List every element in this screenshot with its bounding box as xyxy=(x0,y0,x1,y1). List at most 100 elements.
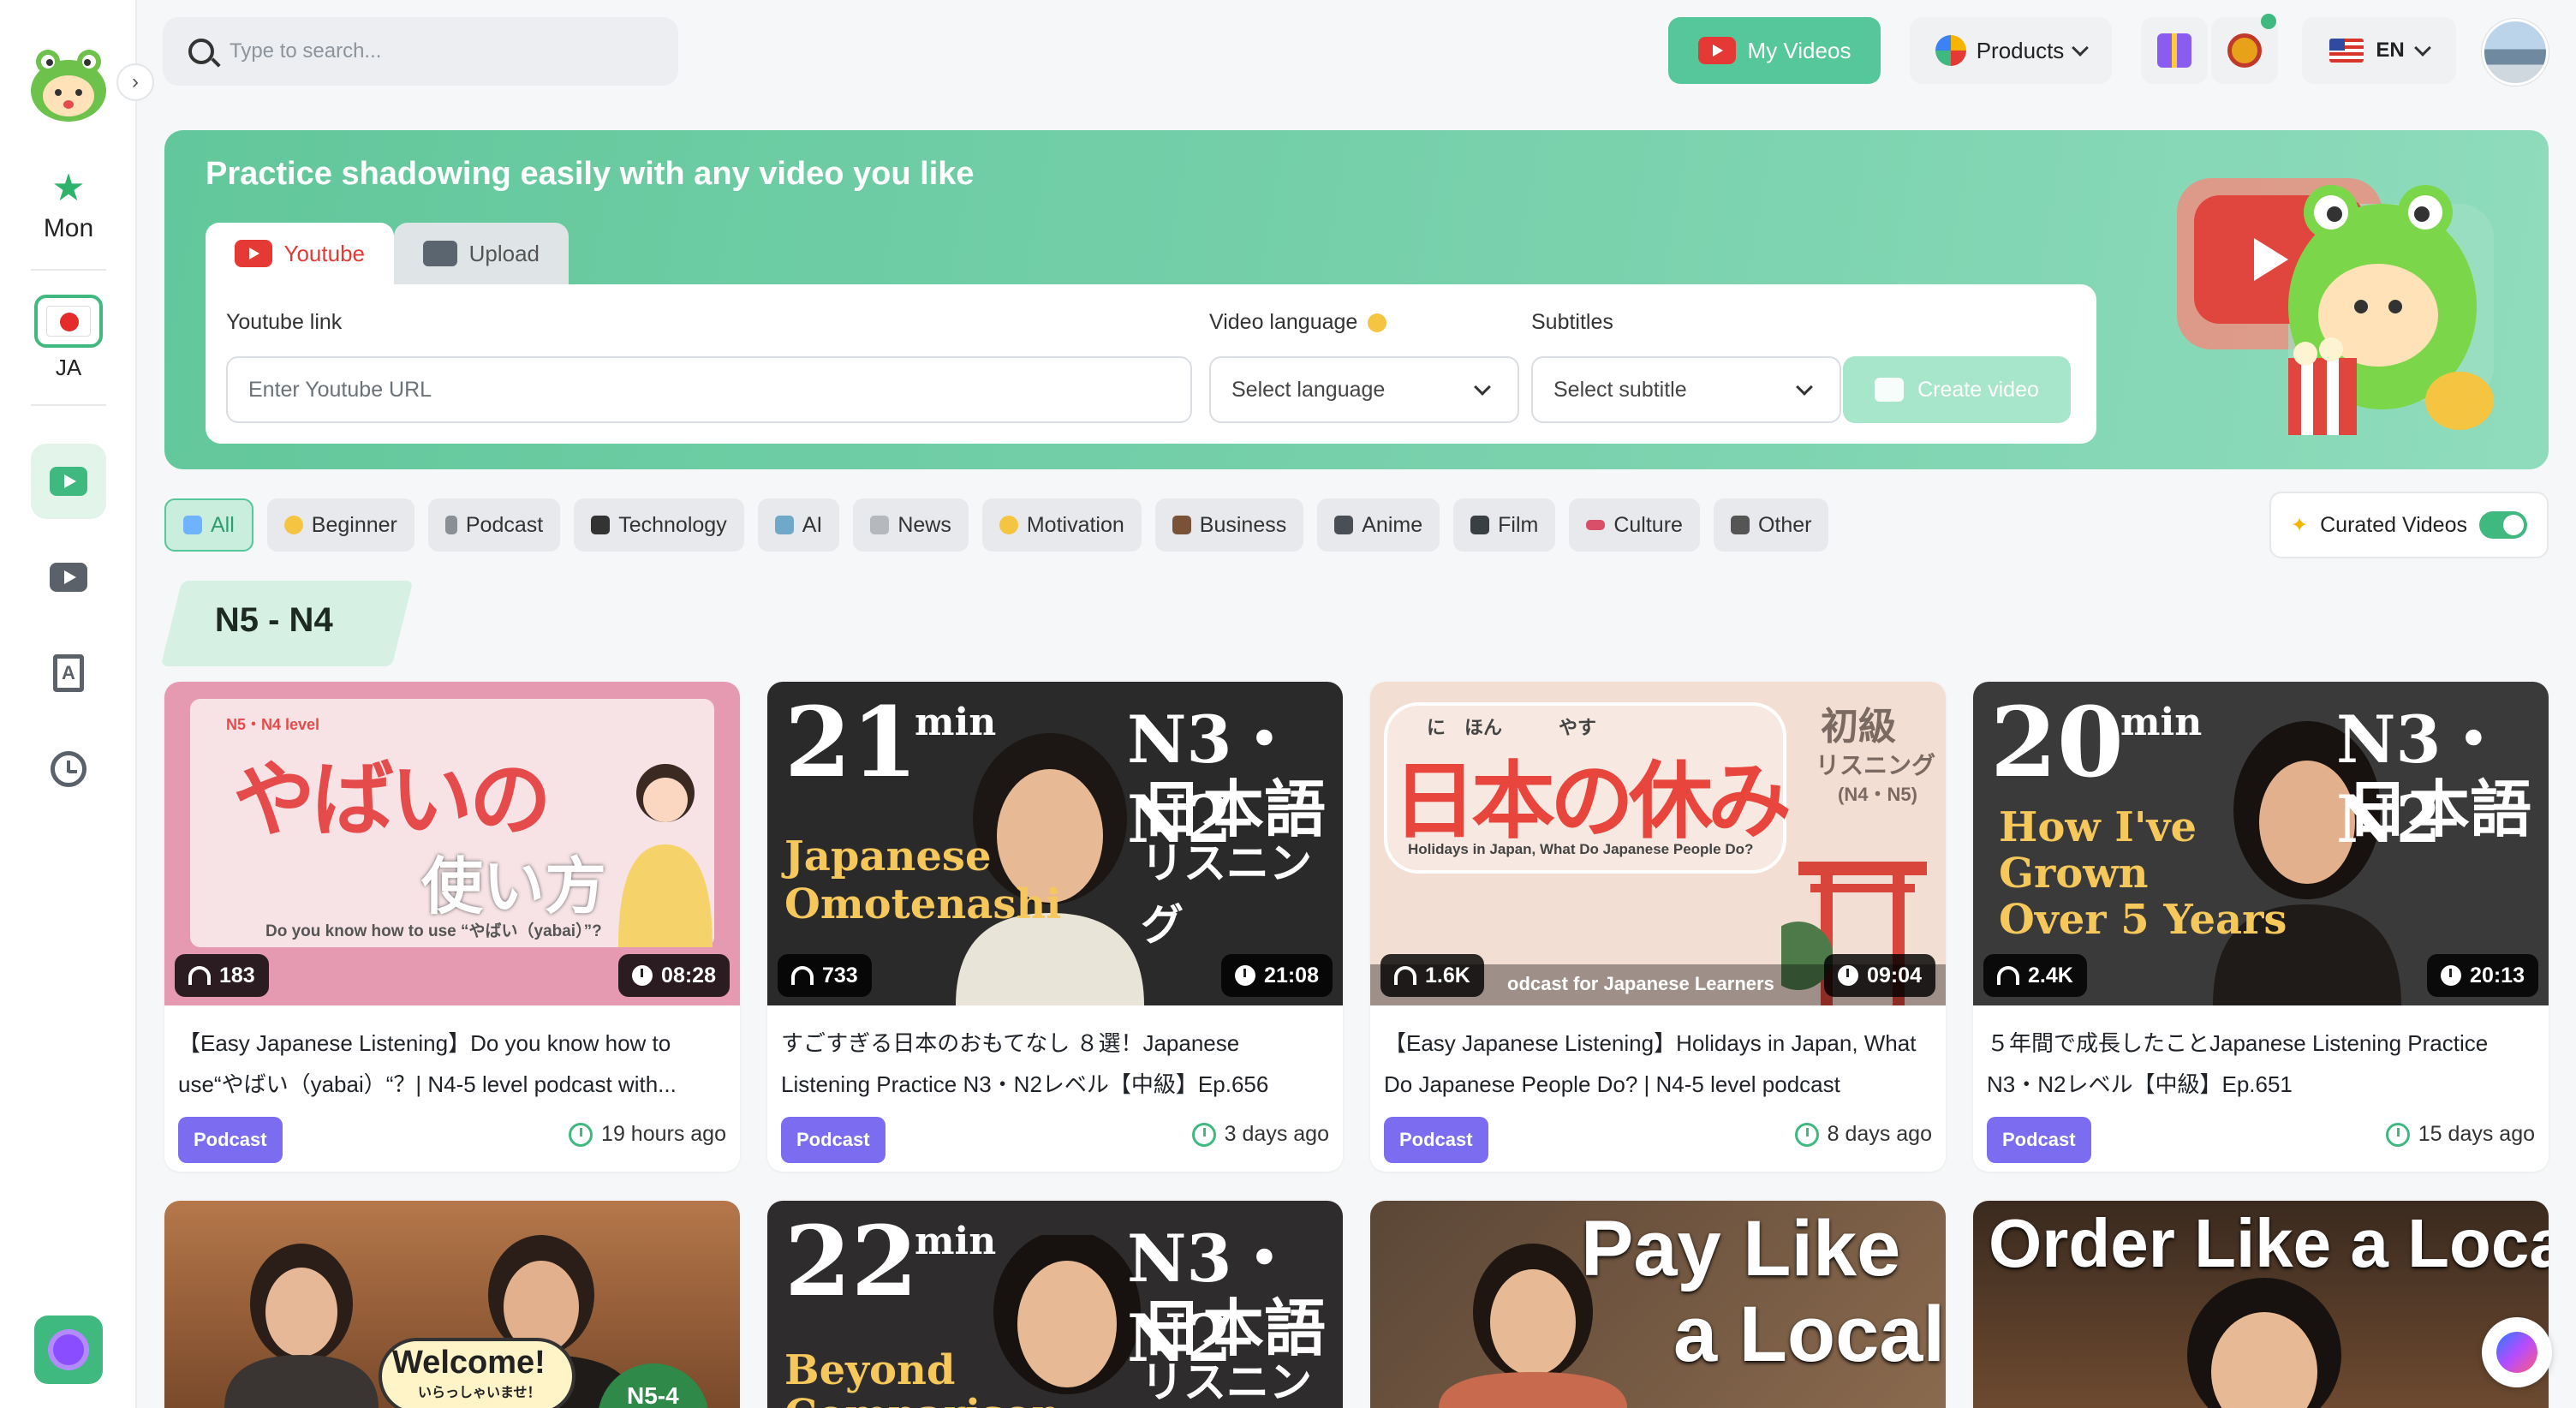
thumbnail-en-line-1: How I've xyxy=(1999,803,2197,851)
category-tag[interactable]: Podcast xyxy=(178,1117,283,1163)
collapse-sidebar-button[interactable]: › xyxy=(116,63,154,101)
thumbnail-en-line-2: Comparison xyxy=(784,1391,1061,1408)
laptop-icon xyxy=(591,516,611,534)
category-tag[interactable]: Podcast xyxy=(1987,1117,2091,1163)
video-title[interactable]: ５年間で成長したことJapanese Listening Practice N3… xyxy=(1987,1023,2535,1105)
lightbulb-icon[interactable] xyxy=(1368,313,1387,333)
microphone-icon xyxy=(444,516,457,534)
section-title: N5 - N4 xyxy=(160,581,414,666)
search-input[interactable] xyxy=(230,39,641,63)
category-tag[interactable]: Podcast xyxy=(781,1117,886,1163)
video-card[interactable]: Order Like a Local xyxy=(1973,1201,2549,1408)
notification-dot xyxy=(2261,14,2276,29)
thumbnail-side-1: 初級 xyxy=(1821,705,1896,749)
video-title[interactable]: 【Easy Japanese Listening】Do you know how… xyxy=(178,1023,726,1105)
filter-anime[interactable]: Anime xyxy=(1317,498,1440,552)
clock-icon xyxy=(569,1122,593,1147)
filter-business[interactable]: Business xyxy=(1154,498,1304,552)
tab-youtube[interactable]: Youtube xyxy=(206,223,394,284)
video-thumbnail[interactable]: 22 min N3・N2 日本語 リスニング Beyond Comparison xyxy=(767,1201,1343,1408)
create-video-label: Create video xyxy=(1917,377,2039,402)
video-card[interactable]: Pay Like a Local xyxy=(1370,1201,1946,1408)
play-icon xyxy=(50,563,87,592)
curated-videos-toggle[interactable]: ✦ Curated Videos xyxy=(2269,492,2549,558)
smile-icon xyxy=(999,516,1018,534)
filter-all[interactable]: All xyxy=(164,498,253,552)
nav-history[interactable] xyxy=(31,731,106,807)
headphones-icon xyxy=(188,966,211,985)
video-language-select[interactable]: Select language xyxy=(1209,356,1519,423)
my-videos-button[interactable]: My Videos xyxy=(1668,17,1881,84)
us-flag-icon xyxy=(2329,39,2364,63)
thumbnail-unit: min xyxy=(915,1220,997,1263)
filter-podcast[interactable]: Podcast xyxy=(427,498,561,552)
clock-icon xyxy=(2441,965,2462,986)
ui-language-dropdown[interactable]: EN xyxy=(2302,17,2456,84)
streak-indicator[interactable]: ★ Mon xyxy=(0,168,137,243)
tab-label: Upload xyxy=(468,240,540,266)
published-time: 8 days ago xyxy=(1794,1122,1932,1147)
filter-other[interactable]: Other xyxy=(1713,498,1829,552)
video-language-value: Select language xyxy=(1231,377,1386,402)
clock-icon xyxy=(1235,965,1256,986)
filter-culture[interactable]: Culture xyxy=(1569,498,1700,552)
video-card[interactable]: Welcome! いらっしゃいませ！ N5-4 xyxy=(164,1201,740,1408)
thumbnail-en-line-3: Over 5 Years xyxy=(1999,896,2287,944)
published-time-text: 8 days ago xyxy=(1827,1122,1932,1146)
filter-technology[interactable]: Technology xyxy=(574,498,744,552)
thumbnail-minutes: 22 xyxy=(784,1206,918,1318)
video-card[interactable]: 21 min N3・N2 日本語 リスニング Japanese Omotenas… xyxy=(767,682,1343,1172)
history-icon xyxy=(51,751,86,787)
toggle-switch[interactable] xyxy=(2478,511,2527,539)
create-video-button[interactable]: Create video xyxy=(1843,356,2071,423)
filter-film[interactable]: Film xyxy=(1453,498,1556,552)
nav-dictionary[interactable]: A xyxy=(31,635,106,711)
listens-badge: 183 xyxy=(175,954,269,997)
thumbnail-en-line-2: Grown xyxy=(1999,850,2149,898)
duration-value: 09:04 xyxy=(1867,963,1922,987)
video-title[interactable]: すごすぎる日本のおもてなし ８選！Japanese Listening Prac… xyxy=(781,1023,1329,1105)
premium-button[interactable] xyxy=(34,1316,103,1384)
thumbnail-caption: Holidays in Japan, What Do Japanese Peop… xyxy=(1408,841,1754,857)
thumbnail-small-text: N5・N4 level xyxy=(226,716,320,733)
tab-upload[interactable]: Upload xyxy=(394,223,569,284)
category-filters: All Beginner Podcast Technology AI News … xyxy=(164,498,1829,552)
video-card[interactable]: 22 min N3・N2 日本語 リスニング Beyond Comparison xyxy=(767,1201,1343,1408)
products-dropdown[interactable]: Products xyxy=(1910,17,2112,84)
category-tag[interactable]: Podcast xyxy=(1384,1117,1488,1163)
youtube-url-input[interactable] xyxy=(226,356,1192,423)
filter-ai[interactable]: AI xyxy=(757,498,840,552)
thumbnail-main-text: 日本の休み xyxy=(1392,752,1792,850)
gift-icon xyxy=(2157,33,2191,68)
chevron-down-icon xyxy=(1474,379,1491,396)
filter-motivation[interactable]: Motivation xyxy=(981,498,1142,552)
sidebar: › ★ Mon JA A xyxy=(0,0,154,1408)
filter-news[interactable]: News xyxy=(853,498,969,552)
video-card[interactable]: 20 min N3・N2 日本語 How I've Grown Over 5 Y… xyxy=(1973,682,2549,1172)
avatar[interactable] xyxy=(2482,19,2549,86)
books-icon xyxy=(183,516,202,534)
gift-button[interactable] xyxy=(2141,17,2208,84)
subtitles-select[interactable]: Select subtitle xyxy=(1531,356,1841,423)
video-card[interactable]: N5・N4 level やばいの 使い方 Do you know how to … xyxy=(164,682,740,1172)
robot-icon xyxy=(774,516,794,534)
search-bar[interactable] xyxy=(163,17,678,86)
clock-icon xyxy=(2385,1122,2410,1147)
briefcase-icon xyxy=(1172,516,1191,534)
learning-language-button[interactable] xyxy=(34,295,103,348)
video-thumbnail[interactable]: Pay Like a Local xyxy=(1370,1201,1946,1408)
published-time-text: 15 days ago xyxy=(2418,1122,2535,1146)
listens-badge: 733 xyxy=(778,954,872,997)
messenger-chat-button[interactable] xyxy=(2482,1317,2552,1387)
nav-shadowing-videos[interactable] xyxy=(31,444,106,519)
japan-flag-icon xyxy=(46,306,91,337)
video-card[interactable]: に ほん やす 日本の休み Holidays in Japan, What Do… xyxy=(1370,682,1946,1172)
video-title[interactable]: 【Easy Japanese Listening】Holidays in Jap… xyxy=(1384,1023,1932,1105)
youtube-form: Youtube link Video language Select langu… xyxy=(206,284,2096,444)
nav-youtube[interactable] xyxy=(31,540,106,615)
video-thumbnail[interactable]: Order Like a Local xyxy=(1973,1201,2549,1408)
video-thumbnail[interactable]: Welcome! いらっしゃいませ！ N5-4 xyxy=(164,1201,740,1408)
filter-beginner[interactable]: Beginner xyxy=(266,498,414,552)
frog-logo[interactable] xyxy=(26,39,111,125)
photo-person xyxy=(2187,1278,2341,1408)
